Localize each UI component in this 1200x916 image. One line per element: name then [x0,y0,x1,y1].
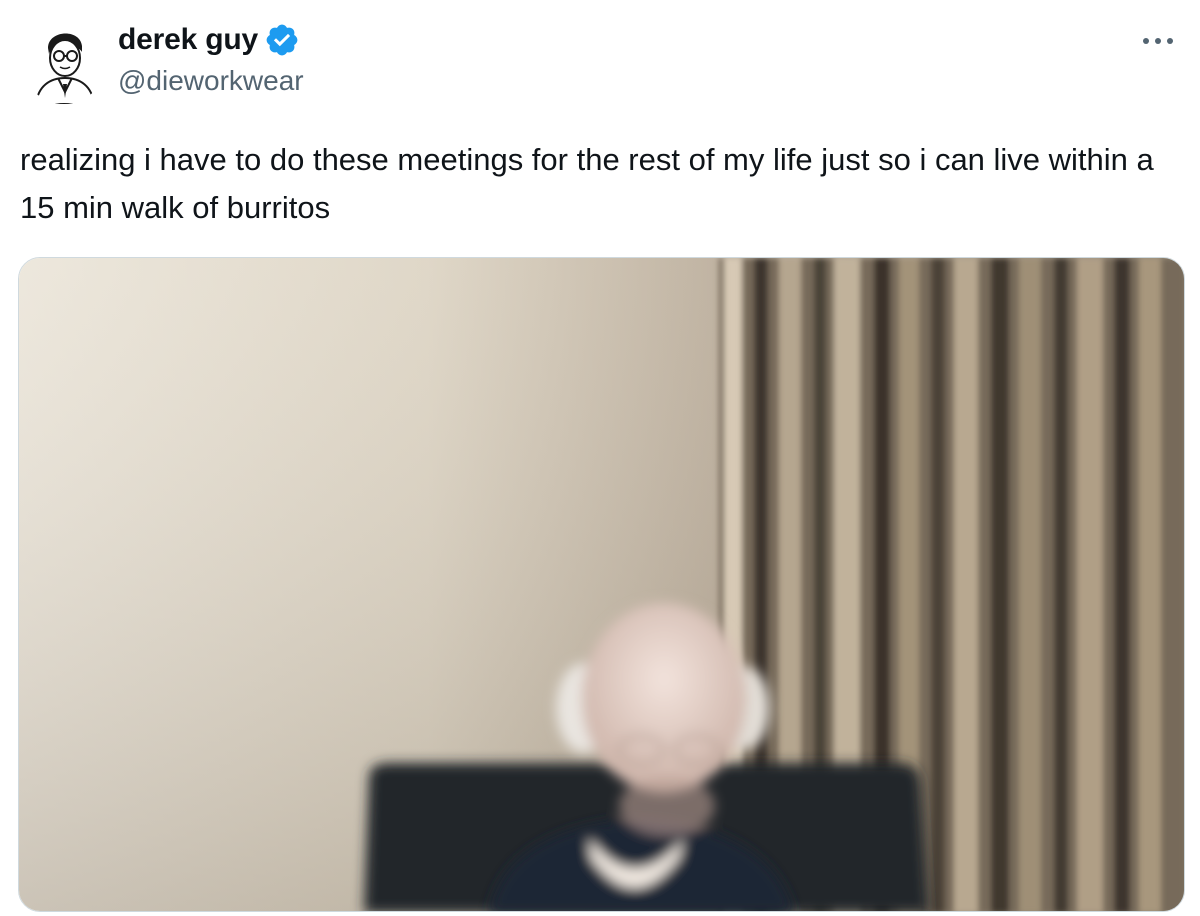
author-name-row: derek guy [118,22,300,58]
tweet-text: realizing i have to do these meetings fo… [20,142,1154,225]
author-display-name[interactable]: derek guy [118,23,258,57]
verified-badge-icon[interactable] [264,22,300,58]
man-with-glasses-portrait-icon [22,20,106,104]
meeting-photo [19,258,1184,911]
tweet-media-photo[interactable] [18,257,1185,912]
tweet-card: derek guy @dieworkwear realizing i have … [0,0,1200,916]
author-avatar[interactable] [22,20,106,104]
more-options-icon [1143,38,1173,44]
author-handle[interactable]: @dieworkwear [118,65,304,97]
more-options-button[interactable] [1138,26,1178,56]
